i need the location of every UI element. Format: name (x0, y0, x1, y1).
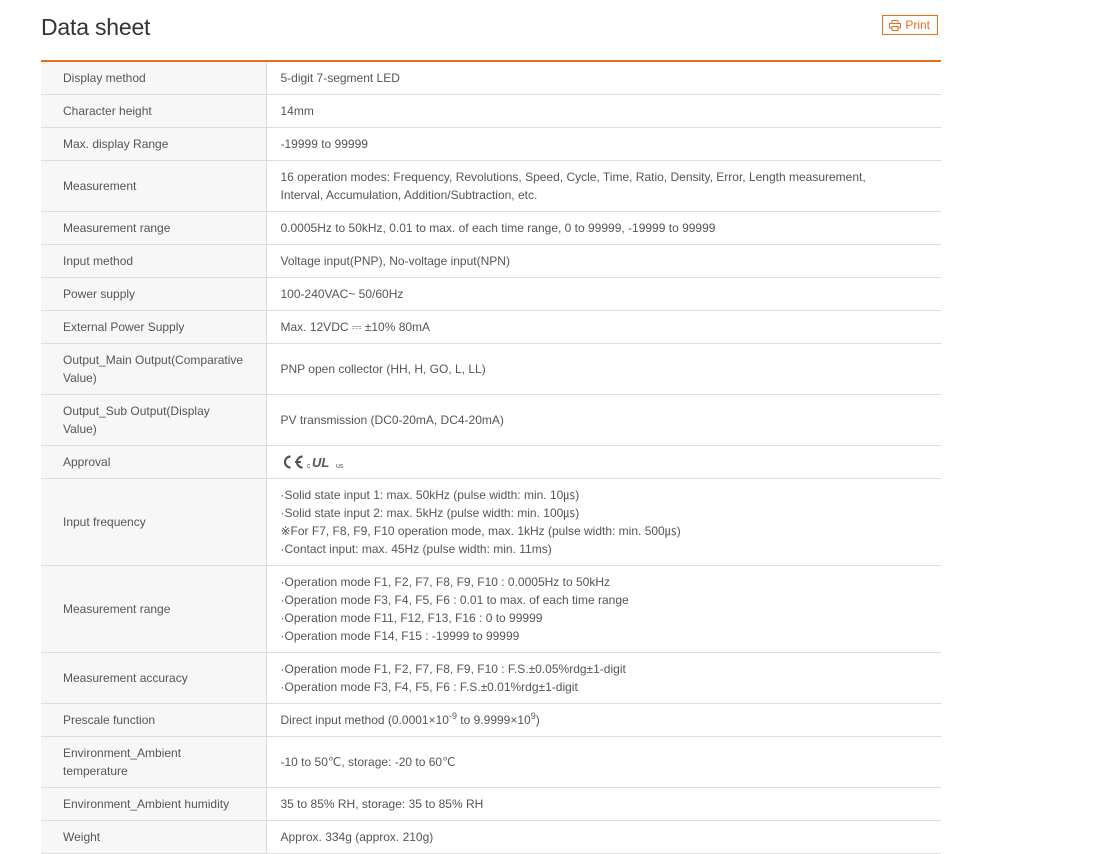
page-title: Data sheet (41, 14, 151, 40)
spec-value: 0.0005Hz to 50kHz, 0.01 to max. of each … (266, 211, 941, 245)
spec-value: 16 operation modes: Frequency, Revolutio… (266, 160, 941, 212)
spec-label: Measurement range (41, 565, 267, 653)
table-row: Power supply 100-240VAC~ 50/60Hz (41, 277, 941, 311)
ce-mark-icon (283, 455, 303, 469)
spec-value-line: ·Solid state input 1: max. 50kHz (pulse … (280, 488, 580, 502)
ul-mark-icon: c UL us (307, 455, 344, 469)
spec-value: PV transmission (DC0-20mA, DC4-20mA) (266, 394, 941, 446)
spec-value-lines: ·Operation mode F1, F2, F7, F8, F9, F10 … (281, 573, 928, 645)
prescale-exp1: -9 (448, 711, 457, 721)
table-row: Prescale function Direct input method (0.… (41, 703, 941, 737)
table-row: Character height 14mm (41, 94, 941, 128)
spec-label: Output_Sub Output(Display Value) (41, 394, 267, 446)
spec-label: Measurement accuracy (41, 652, 267, 704)
spec-value-lines: ·Operation mode F1, F2, F7, F8, F9, F10 … (281, 660, 928, 696)
prescale-middle: to 9.9999×10 (456, 713, 531, 727)
spec-label: Input method (41, 244, 267, 278)
spec-value: c UL us (266, 445, 941, 479)
svg-text:UL: UL (312, 455, 329, 469)
spec-value: 5-digit 7-segment LED (266, 62, 941, 95)
data-sheet-panel: Data sheet Print Display method 5-digit 7… (41, 0, 941, 854)
table-row: Output_Main Output(Comparative Value) PNP… (41, 343, 941, 395)
print-button[interactable]: Print (882, 15, 938, 35)
spec-value: 100-240VAC~ 50/60Hz (266, 277, 941, 311)
spec-value: Direct input method (0.0001×10-9 to 9.99… (266, 703, 941, 737)
spec-label: Measurement (41, 160, 267, 212)
spec-value-line: 16 operation modes: Frequency, Revolutio… (280, 170, 866, 184)
spec-label: Weight (41, 820, 267, 854)
table-row: Environment_Ambient humidity 35 to 85% RH… (41, 787, 941, 821)
spec-value: Approx. 334g (approx. 210g) (266, 820, 941, 854)
spec-value: Max. 12VDC ⎓ ±10% 80mA (266, 310, 941, 344)
table-row: Output_Sub Output(Display Value) PV trans… (41, 394, 941, 446)
spec-label: Measurement range (41, 211, 267, 245)
spec-value: Voltage input(PNP), No-voltage input(NPN… (266, 244, 941, 278)
spec-label: Prescale function (41, 703, 267, 737)
table-row: Input frequency ·Solid state input 1: max… (41, 478, 941, 566)
spec-label: Power supply (41, 277, 267, 311)
spec-value-line: ·Operation mode F11, F12, F13, F16 : 0 t… (280, 611, 543, 625)
table-row: External Power Supply Max. 12VDC ⎓ ±10% 8… (41, 310, 941, 344)
table-row: Measurement range ·Operation mode F1, F2,… (41, 565, 941, 653)
approval-marks: c UL us (281, 453, 928, 471)
table-row: Approval c UL us (41, 445, 941, 479)
spec-value: 14mm (266, 94, 941, 128)
spec-value-line: ·Operation mode F14, F15 : -19999 to 999… (280, 629, 520, 643)
spec-label: Environment_Ambient temperature (41, 736, 267, 788)
table-row: Display method 5-digit 7-segment LED (41, 62, 941, 95)
spec-label: Input frequency (41, 478, 267, 566)
svg-text:c: c (307, 463, 311, 469)
table-row: Measurement accuracy ·Operation mode F1, … (41, 652, 941, 704)
spec-value-lines: ·Solid state input 1: max. 50kHz (pulse … (281, 486, 928, 558)
spec-label: Output_Main Output(Comparative Value) (41, 343, 267, 395)
spec-value: ·Solid state input 1: max. 50kHz (pulse … (266, 478, 941, 566)
table-row: Weight Approx. 334g (approx. 210g) (41, 820, 941, 854)
table-row: Measurement 16 operation modes: Frequency… (41, 160, 941, 212)
spec-label: External Power Supply (41, 310, 267, 344)
data-sheet-header: Data sheet Print (41, 0, 941, 60)
table-row: Max. display Range -19999 to 99999 (41, 127, 941, 161)
spec-value: ·Operation mode F1, F2, F7, F8, F9, F10 … (266, 565, 941, 653)
prescale-value: Direct input method (0.0001×10-9 to 9.99… (280, 711, 540, 728)
spec-value: -19999 to 99999 (266, 127, 941, 161)
spec-value: -10 to 50℃, storage: -20 to 60℃ (266, 736, 941, 788)
spec-label: Display method (41, 62, 267, 95)
spec-value-line: ·Operation mode F1, F2, F7, F8, F9, F10 … (280, 575, 610, 589)
svg-text:us: us (336, 463, 344, 469)
spec-value-line: ·Contact input: max. 45Hz (pulse width: … (280, 542, 552, 556)
spec-value: PNP open collector (HH, H, GO, L, LL) (266, 343, 941, 395)
spec-value-line: ·Solid state input 2: max. 5kHz (pulse w… (280, 506, 580, 520)
spec-value: 35 to 85% RH, storage: 35 to 85% RH (266, 787, 941, 821)
spec-label: Max. display Range (41, 127, 267, 161)
spec-label: Character height (41, 94, 267, 128)
spec-value: ·Operation mode F1, F2, F7, F8, F9, F10 … (266, 652, 941, 704)
spec-table: Display method 5-digit 7-segment LED Chara… (41, 60, 941, 854)
spec-value-line: Interval, Accumulation, Addition/Subtrac… (280, 188, 538, 202)
print-label: Print (905, 18, 930, 32)
table-row: Environment_Ambient temperature -10 to 50… (41, 736, 941, 788)
spec-value-line: ·Operation mode F3, F4, F5, F6 : F.S.±0.… (280, 680, 578, 694)
table-row: Input method Voltage input(PNP), No-volta… (41, 244, 941, 278)
spec-value-line: ·Operation mode F3, F4, F5, F6 : 0.01 to… (280, 593, 629, 607)
prescale-before: Direct input method (0.0001×10 (280, 713, 449, 727)
spec-value-lines: 16 operation modes: Frequency, Revolutio… (281, 168, 928, 204)
spec-label: Approval (41, 445, 267, 479)
spec-value-line: ※For F7, F8, F9, F10 operation mode, max… (280, 524, 681, 538)
spec-value-line: ·Operation mode F1, F2, F7, F8, F9, F10 … (280, 662, 626, 676)
prescale-after: ) (535, 713, 540, 727)
printer-icon (889, 19, 902, 31)
spec-label: Environment_Ambient humidity (41, 787, 267, 821)
table-row: Measurement range 0.0005Hz to 50kHz, 0.01… (41, 211, 941, 245)
